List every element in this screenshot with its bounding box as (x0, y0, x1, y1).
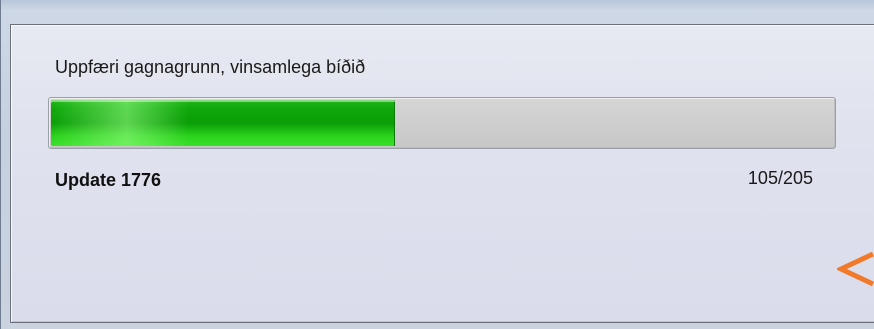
progress-bar-fill (51, 100, 395, 146)
window-frame-top (1, 0, 874, 10)
update-status-label: Update 1776 (55, 170, 162, 190)
progress-bar (48, 97, 836, 149)
progress-message: Uppfæri gagnagrunn, vinsamlega bíðið (55, 57, 366, 77)
dialog-window: Uppfæri gagnagrunn, vinsamlega bíðið Upd… (0, 0, 874, 329)
progress-count: 105/205 (747, 168, 813, 188)
arrow-pointer-icon (837, 252, 874, 286)
